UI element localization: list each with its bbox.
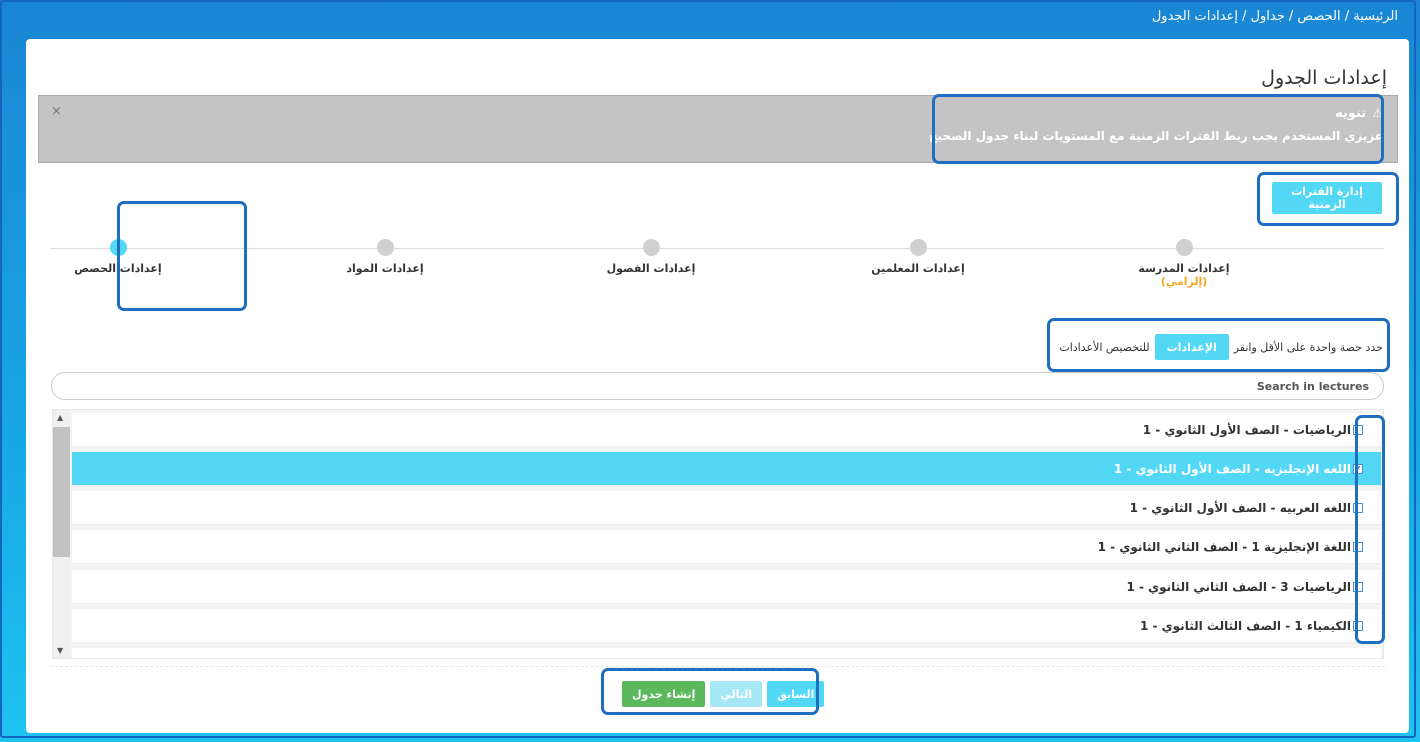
- lecture-label: الرياضيات - الصف الأول الثانوي - 1: [1142, 422, 1351, 437]
- step-subjects-settings[interactable]: إعدادات المواد: [285, 239, 485, 275]
- step-label: إعدادات المدرسة: [1138, 262, 1230, 275]
- list-scrollbar[interactable]: ▲ ▼: [53, 410, 70, 658]
- close-icon[interactable]: ×: [51, 104, 62, 119]
- lecture-row[interactable]: الكيمياء 1 - الصف الثالث الثانوي - 1: [72, 609, 1381, 642]
- page-title: إعدادات الجدول: [1261, 67, 1387, 89]
- highlight-periods-button: [1257, 172, 1399, 226]
- step-classes-settings[interactable]: إعدادات الفصول: [551, 239, 751, 275]
- wizard-steps: إعدادات المدرسة (إلزامي) إعدادات المعلمي…: [50, 239, 1384, 318]
- highlight-active-step: [117, 201, 247, 311]
- step-label: إعدادات الفصول: [606, 262, 696, 275]
- lecture-label: اللغة الإنجليزية 1 - الصف الثاني الثانوي…: [1097, 539, 1351, 554]
- lecture-row[interactable]: اللغة الإنجليزية 1 - الصف الثاني الثانوي…: [72, 530, 1381, 563]
- highlight-footer-buttons: [601, 668, 819, 715]
- highlight-alert: [932, 94, 1384, 164]
- lecture-label: الرياضيات 3 - الصف الثاني الثانوي - 1: [1126, 579, 1351, 594]
- lecture-row[interactable]: اللغه العربيه - الصف الأول الثانوي - 1: [72, 491, 1381, 524]
- step-dot: [376, 239, 394, 256]
- lecture-label: اللغه الإنجليزيه - الصف الأول الثانوي - …: [1113, 461, 1351, 476]
- highlight-instruction: [1047, 318, 1390, 372]
- step-dot: [909, 239, 927, 256]
- lectures-list[interactable]: ▲ ▼ الرياضيات - الصف الأول الثانوي - 1 ✔…: [52, 409, 1384, 659]
- lecture-row[interactable]: الرياضيات - الصف الأول الثانوي - 1: [72, 413, 1381, 446]
- scroll-up-icon[interactable]: ▲: [57, 413, 63, 422]
- scroll-thumb[interactable]: [53, 427, 70, 557]
- step-required-note: (إلزامي): [1160, 275, 1208, 288]
- step-teachers-settings[interactable]: إعدادات المعلمين: [818, 239, 1018, 275]
- search-input[interactable]: [51, 372, 1384, 400]
- main-panel: إعدادات الجدول × ⚠تنويه عزيزي المستخدم ي…: [26, 39, 1409, 733]
- lecture-row[interactable]: ✔ اللغه الإنجليزيه - الصف الأول الثانوي …: [72, 452, 1381, 485]
- lecture-row[interactable]: [72, 648, 1381, 658]
- breadcrumb: الرئيسية / الحصص / جداول / إعدادات الجدو…: [1151, 9, 1398, 24]
- lecture-label: الكيمياء 1 - الصف الثالث الثانوي - 1: [1139, 618, 1351, 633]
- lecture-label: اللغه العربيه - الصف الأول الثانوي - 1: [1129, 500, 1351, 515]
- step-dot: [642, 239, 660, 256]
- step-school-settings[interactable]: إعدادات المدرسة (إلزامي): [1084, 239, 1284, 288]
- lecture-row[interactable]: الرياضيات 3 - الصف الثاني الثانوي - 1: [72, 570, 1381, 603]
- scroll-down-icon[interactable]: ▼: [57, 646, 63, 655]
- footer-divider: [50, 666, 1385, 667]
- highlight-checkboxes: [1355, 415, 1385, 644]
- step-label: إعدادات المواد: [346, 262, 424, 275]
- step-dot: [1175, 239, 1193, 256]
- step-label: إعدادات المعلمين: [871, 262, 965, 275]
